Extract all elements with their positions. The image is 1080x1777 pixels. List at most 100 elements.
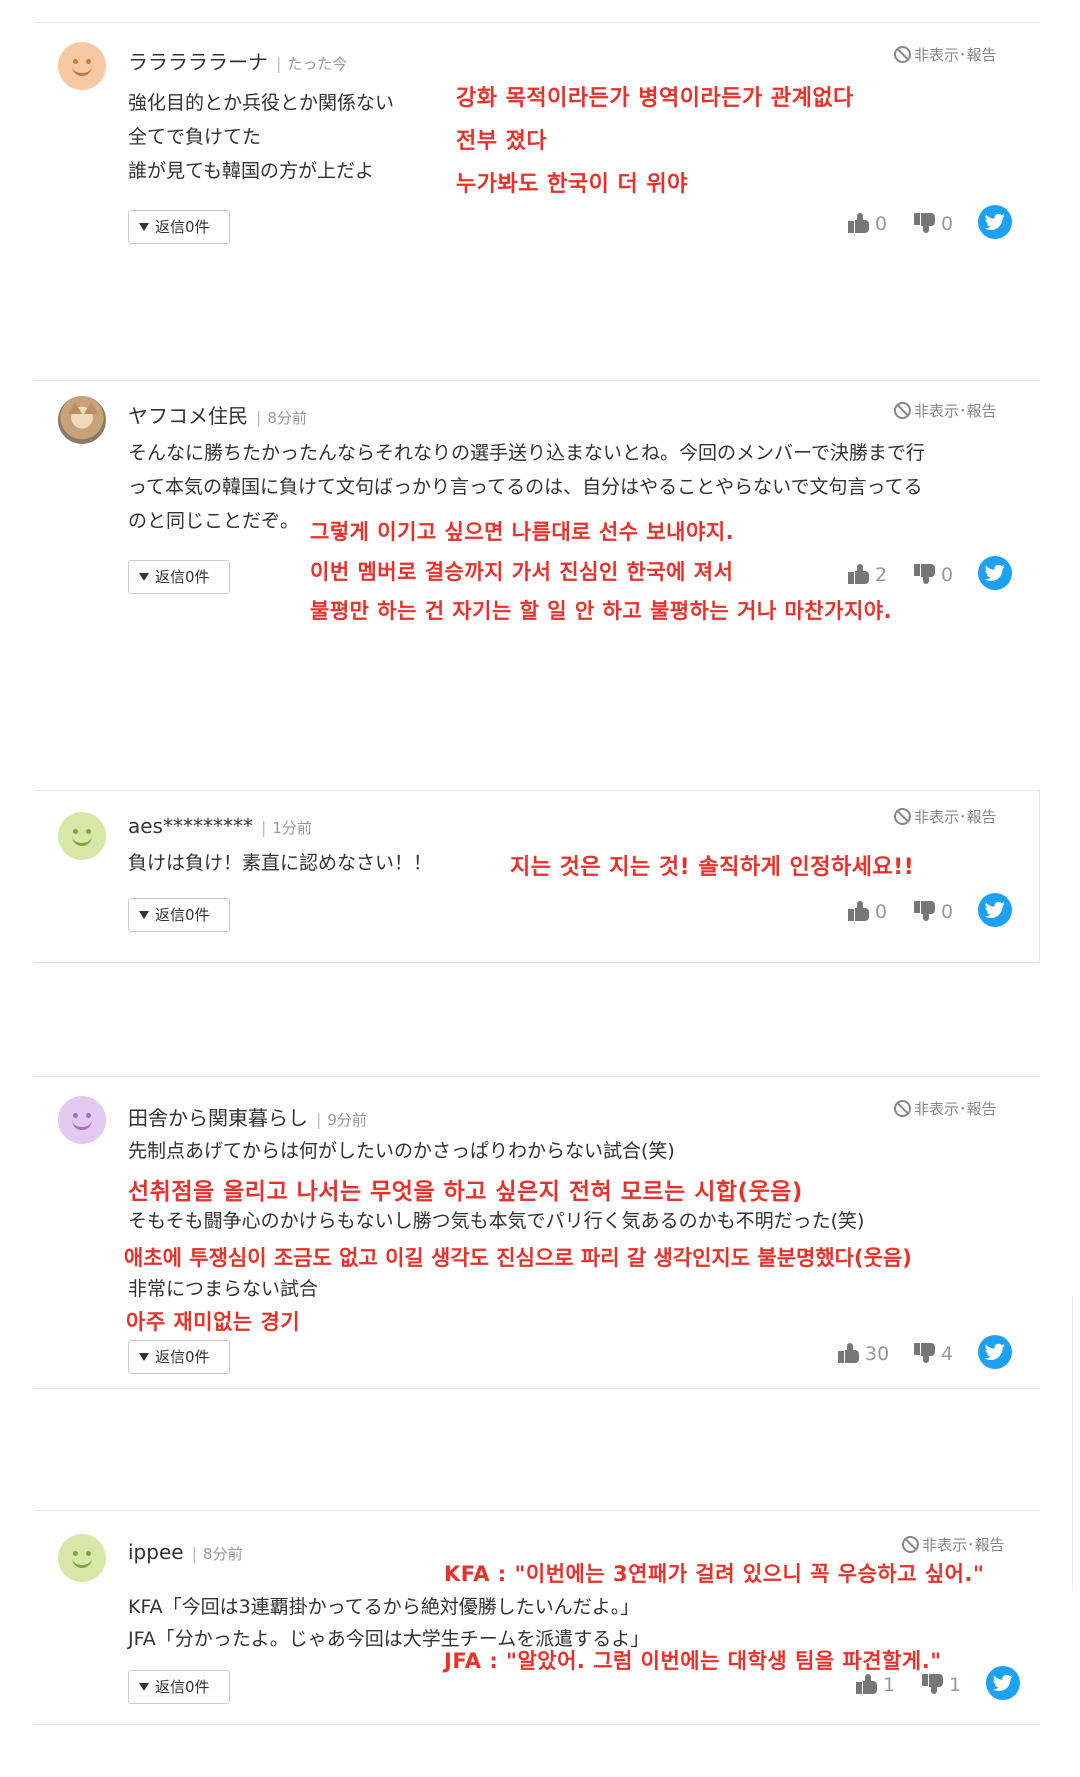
thumbs-up-icon (856, 1674, 878, 1694)
hide-report-link[interactable]: 非表示･報告 (894, 1098, 997, 1119)
reply-label: 返信0件 (155, 218, 210, 236)
comment-line: 先制点あげてからは何がしたいのかさっぱりわからない試合(笑) (128, 1140, 675, 1162)
comment-header: ippee | 8分前 (128, 1540, 243, 1564)
comment-item: 田舎から関東暮らし | 9分前 非表示･報告 先制点あげてからは何がしたいのかさっぱ… (34, 1076, 1040, 1388)
username-link[interactable]: ippee (128, 1540, 184, 1564)
twitter-bird-icon (985, 213, 1005, 230)
username-link[interactable]: aes********* (128, 814, 253, 838)
reply-button[interactable]: 返信0件 (128, 560, 230, 594)
like-count: 0 (875, 213, 888, 235)
reply-button[interactable]: 返信0件 (128, 1340, 230, 1374)
timestamp: 8分前 (267, 409, 307, 427)
caret-down-icon (139, 1353, 149, 1361)
reply-label: 返信0件 (155, 1348, 210, 1366)
reply-button[interactable]: 返信0件 (128, 1670, 230, 1704)
translation-line: 전부 졌다 (456, 129, 548, 154)
thumbs-down-icon (914, 213, 936, 233)
hide-report-label: 非表示･報告 (914, 46, 997, 64)
caret-down-icon (139, 573, 149, 581)
like-button[interactable]: 0 (848, 901, 887, 923)
dislike-count: 0 (941, 901, 954, 923)
thumbs-down-icon (914, 1343, 936, 1363)
translation-line: JFA : "알았어. 그럼 이번에는 대학생 팀을 파견할게." (444, 1649, 942, 1673)
hide-report-link[interactable]: 非表示･報告 (902, 1534, 1005, 1555)
ban-icon (894, 808, 911, 825)
comment-line: 誰が見ても韓国の方が上だよ (128, 160, 375, 182)
twitter-bird-icon (985, 901, 1005, 918)
translation-line: 불평만 하는 건 자기는 할 일 안 하고 불평하는 거나 마찬가지야. (310, 599, 893, 623)
reply-label: 返信0件 (155, 906, 210, 924)
like-count: 2 (875, 564, 888, 586)
twitter-share-button[interactable] (978, 893, 1012, 927)
translation-line: 애초에 투쟁심이 조금도 없고 이길 생각도 진심으로 파리 갈 생각인지도 불… (124, 1246, 912, 1270)
comment-line: 負けは負け！素直に認めなさい！！ (128, 852, 433, 874)
comment-separator (34, 962, 1040, 963)
twitter-share-button[interactable] (986, 1666, 1020, 1700)
thumbs-up-icon (848, 213, 870, 233)
hide-report-label: 非表示･報告 (914, 1100, 997, 1118)
thumbs-up-icon (838, 1343, 860, 1363)
twitter-share-button[interactable] (978, 556, 1012, 590)
hide-report-label: 非表示･報告 (914, 808, 997, 826)
twitter-share-button[interactable] (978, 205, 1012, 239)
dislike-button[interactable]: 1 (922, 1674, 961, 1696)
comment-line: 非常につまらない試合 (128, 1278, 319, 1300)
comment-line: KFA「今回は3連覇掛かってるから絶対優勝したいんだよ。」 (128, 1596, 640, 1618)
timestamp: たった今 (287, 55, 348, 73)
hide-report-label: 非表示･報告 (922, 1536, 1005, 1554)
comment-line: そもそも闘争心のかけらもないし勝つ気も本気でパリ行く気あるのかも不明だった(笑) (128, 1210, 865, 1232)
like-button[interactable]: 1 (856, 1674, 895, 1696)
dislike-button[interactable]: 4 (914, 1343, 953, 1365)
avatar-smiley-icon (58, 812, 106, 860)
translation-line: 강화 목적이라든가 병역이라든가 관계없다 (456, 86, 854, 111)
dislike-button[interactable]: 0 (914, 564, 953, 586)
like-button[interactable]: 30 (838, 1343, 889, 1365)
dislike-button[interactable]: 0 (914, 213, 953, 235)
ban-icon (902, 1536, 919, 1553)
caret-down-icon (139, 1683, 149, 1691)
dislike-count: 1 (949, 1674, 962, 1696)
translation-line: 선취점을 올리고 나서는 무엇을 하고 싶은지 전혀 모르는 시합(웃음) (128, 1179, 803, 1205)
reply-button[interactable]: 返信0件 (128, 210, 230, 244)
like-count: 30 (865, 1343, 890, 1365)
comment-header: ラララララーナ | たった今 (128, 50, 348, 74)
username-link[interactable]: 田舎から関東暮らし (128, 1106, 308, 1130)
hide-report-link[interactable]: 非表示･報告 (894, 400, 997, 421)
translation-line: 이번 멤버로 결승까지 가서 진심인 한국에 져서 (310, 560, 734, 584)
dislike-count: 0 (941, 213, 954, 235)
like-count: 0 (875, 901, 888, 923)
username-link[interactable]: ヤフコメ住民 (128, 404, 248, 428)
translation-line: KFA : "이번에는 3연패가 걸려 있으니 꼭 우승하고 싶어." (444, 1562, 985, 1586)
hide-report-label: 非表示･報告 (914, 402, 997, 420)
like-button[interactable]: 0 (848, 213, 887, 235)
timestamp: 1分前 (272, 819, 312, 837)
translation-line: 그렇게 이기고 싶으면 나름대로 선수 보내야지. (310, 520, 735, 544)
username-link[interactable]: ラララララーナ (128, 50, 268, 74)
comment-header: ヤフコメ住民 | 8分前 (128, 404, 307, 428)
avatar-smiley-icon (58, 42, 106, 90)
comment-header: 田舎から関東暮らし | 9分前 (128, 1106, 367, 1130)
caret-down-icon (139, 223, 149, 231)
caret-down-icon (139, 911, 149, 919)
comment-header: aes********* | 1分前 (128, 814, 312, 838)
comment-line: 全てで負けてた (128, 126, 262, 148)
thumbs-up-icon (848, 564, 870, 584)
comment-line: って本気の韓国に負けて文句ばっかり言ってるのは、自分はやることやらないで文句言っ… (128, 476, 923, 498)
comment-item: ラララララーナ | たった今 非表示･報告 強化目的とか兵役とか関係ない 全てで負け… (34, 22, 1040, 380)
reply-button[interactable]: 返信0件 (128, 898, 230, 932)
translation-line: 지는 것은 지는 것! 솔직하게 인정하세요!! (510, 855, 915, 880)
dislike-button[interactable]: 0 (914, 901, 953, 923)
translation-line: 아주 재미없는 경기 (126, 1310, 301, 1334)
like-button[interactable]: 2 (848, 564, 887, 586)
hide-report-link[interactable]: 非表示･報告 (894, 806, 997, 827)
ban-icon (894, 402, 911, 419)
reply-label: 返信0件 (155, 568, 210, 586)
twitter-share-button[interactable] (978, 1335, 1012, 1369)
comment-line: そんなに勝ちたかったんならそれなりの選手送り込まないとね。今回のメンバーで決勝ま… (128, 442, 925, 464)
hide-report-link[interactable]: 非表示･報告 (894, 44, 997, 65)
cat-photo-avatar (58, 396, 106, 444)
scrollbar-track[interactable] (1072, 1296, 1073, 1590)
comment-text: 負けは負け！素直に認めなさい！！ (128, 848, 432, 878)
timestamp: 9分前 (327, 1111, 367, 1129)
timestamp: 8分前 (202, 1545, 243, 1563)
